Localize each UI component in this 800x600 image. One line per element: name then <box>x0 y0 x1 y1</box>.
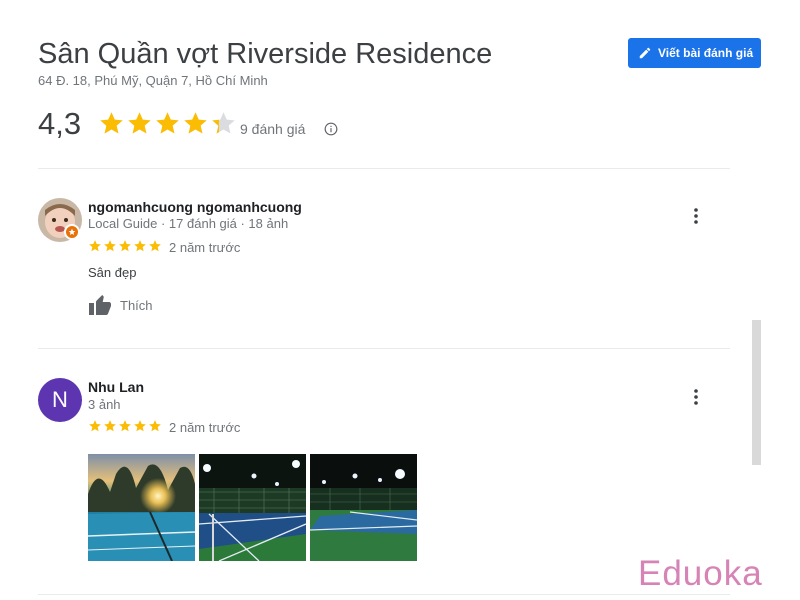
star-icon <box>212 112 235 134</box>
divider <box>38 594 730 595</box>
local-guide-badge-icon <box>64 224 80 240</box>
more-vert-icon <box>694 389 698 405</box>
average-rating: 4,3 <box>38 106 82 141</box>
avatar[interactable]: N <box>38 378 82 422</box>
star-icon <box>89 420 101 432</box>
star-icon <box>134 240 146 252</box>
place-address: 64 Đ. 18, Phú Mỹ, Quận 7, Hồ Chí Minh <box>38 73 268 88</box>
star-icon <box>119 420 131 432</box>
star-icon <box>134 420 146 432</box>
review-time: 2 năm trước <box>169 240 241 255</box>
review-photo[interactable] <box>88 454 195 561</box>
star-icon <box>100 112 123 134</box>
reviews-count[interactable]: 9 đánh giá <box>240 121 305 137</box>
star-icon <box>128 112 151 134</box>
average-rating-stars <box>98 110 237 137</box>
write-review-label: Viết bài đánh giá <box>658 46 754 60</box>
like-button[interactable]: Thích <box>88 294 153 316</box>
star-icon <box>119 240 131 252</box>
review-stars <box>88 239 162 253</box>
scrollbar-thumb[interactable] <box>752 320 761 465</box>
place-title: Sân Quần vợt Riverside Residence <box>38 38 493 70</box>
write-review-button[interactable]: Viết bài đánh giá <box>628 38 761 68</box>
star-icon <box>184 112 207 134</box>
star-icon <box>149 240 161 252</box>
star-icon <box>89 240 101 252</box>
reviewer-meta[interactable]: 3 ảnh <box>88 397 121 412</box>
divider <box>38 348 730 349</box>
review-photo[interactable] <box>199 454 306 561</box>
reviewer-name[interactable]: Nhu Lan <box>88 379 144 395</box>
review-text: Sân đẹp <box>88 265 137 280</box>
review-time: 2 năm trước <box>169 420 241 435</box>
review-stars <box>88 419 162 433</box>
pencil-icon <box>639 47 651 59</box>
reviewer-name[interactable]: ngomanhcuong ngomanhcuong <box>88 199 302 215</box>
star-icon <box>104 240 116 252</box>
info-icon[interactable] <box>324 122 338 136</box>
more-vert-icon <box>694 208 698 224</box>
avatar-letter: N <box>52 387 68 412</box>
more-options-button[interactable] <box>684 385 708 409</box>
more-options-button[interactable] <box>684 204 708 228</box>
thumbs-up-icon <box>89 295 111 315</box>
star-icon <box>149 420 161 432</box>
star-icon <box>156 112 179 134</box>
watermark-logo: Eduoka <box>638 554 763 593</box>
like-label: Thích <box>120 297 153 313</box>
review-photo[interactable] <box>310 454 417 561</box>
reviewer-meta[interactable]: Local Guide · 17 đánh giá · 18 ảnh <box>88 216 288 231</box>
star-icon <box>104 420 116 432</box>
divider <box>38 168 730 169</box>
